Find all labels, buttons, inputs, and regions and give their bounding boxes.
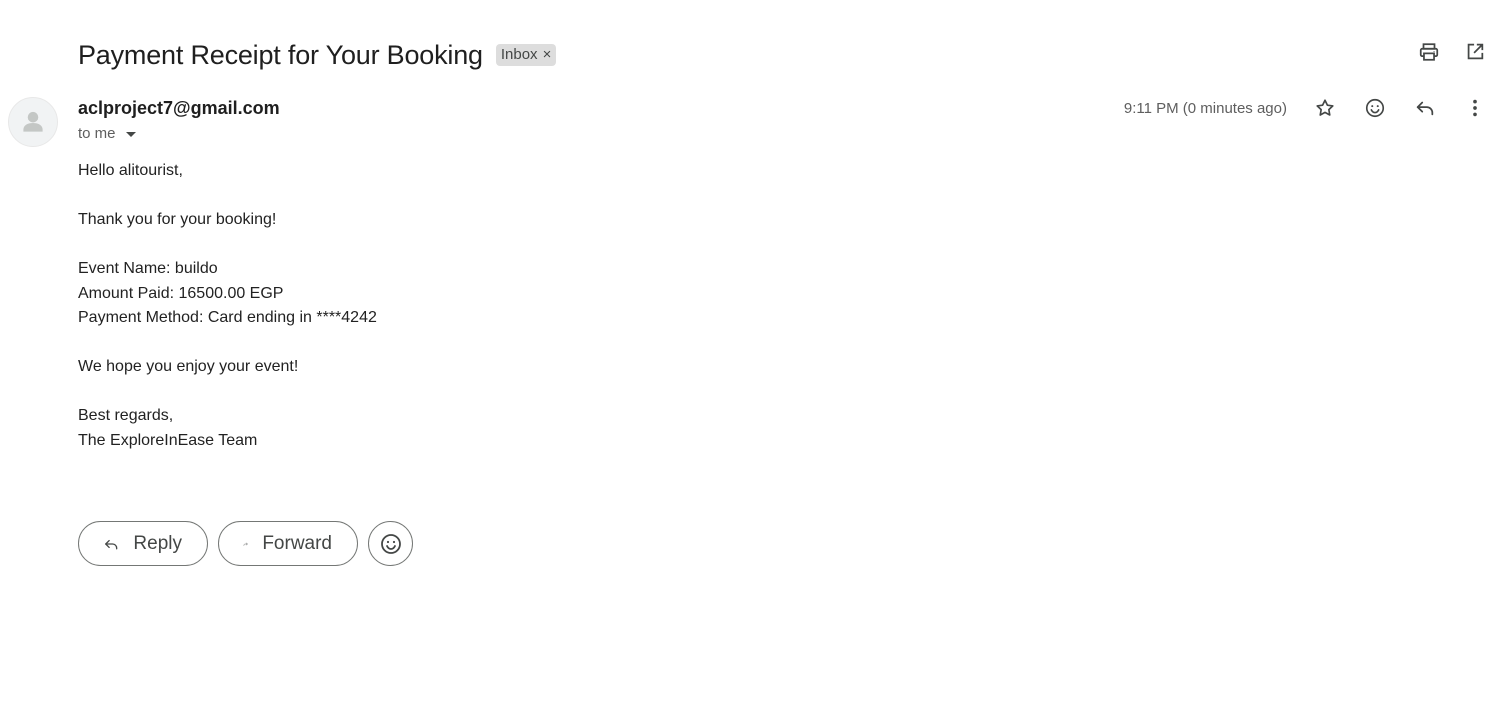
emoji-reaction-button[interactable] [368, 521, 413, 566]
more-vertical-icon[interactable] [1463, 96, 1487, 120]
message-timestamp: 9:11 PM (0 minutes ago) [1123, 99, 1287, 117]
message-body: Hello alitourist, Thank you for your boo… [78, 159, 377, 453]
recipient-text: to me [78, 125, 116, 142]
default-avatar-icon [23, 111, 43, 132]
reply-label: Reply [133, 532, 182, 554]
chevron-down-icon [125, 132, 136, 137]
subject-row: Payment Receipt for Your Booking Inbox × [78, 36, 557, 74]
label-text: Inbox [500, 46, 538, 63]
enjoy-line: We hope you enjoy your event! [78, 358, 299, 375]
greeting-line: Hello alitourist, [78, 162, 183, 179]
reply-icon [105, 539, 118, 549]
thread-actions [1417, 40, 1487, 64]
star-icon[interactable] [1313, 96, 1337, 120]
print-icon[interactable] [1417, 40, 1441, 64]
open-in-new-window-icon[interactable] [1463, 40, 1487, 64]
signature-line: The ExploreInEase Team [78, 431, 258, 449]
reply-button[interactable]: Reply [78, 521, 208, 566]
amount-paid-line: Amount Paid: 16500.00 EGP [78, 284, 284, 302]
message-actions [1313, 96, 1487, 120]
email-subject: Payment Receipt for Your Booking [78, 39, 483, 70]
emoji-reaction-icon [380, 533, 401, 554]
reply-icon[interactable] [1413, 96, 1437, 120]
forward-button[interactable]: Forward [218, 521, 358, 566]
thanks-line: Thank you for your booking! [78, 211, 277, 228]
sender-avatar[interactable] [8, 97, 58, 147]
message-meta: 9:11 PM (0 minutes ago) [1124, 96, 1487, 120]
forward-label: Forward [262, 532, 332, 554]
forward-icon [243, 542, 248, 546]
signoff-line: Best regards, [78, 407, 174, 424]
payment-method-line: Payment Method: Card ending in ****4242 [78, 309, 377, 326]
event-name-line: Event Name: buildo [78, 260, 218, 277]
emoji-reaction-icon[interactable] [1363, 96, 1387, 120]
recipient-details-toggle[interactable]: to me [78, 125, 136, 142]
inbox-label-chip[interactable]: Inbox × [495, 44, 557, 66]
sender-email[interactable]: aclproject7@gmail.com [78, 98, 280, 119]
reply-actions: Reply Forward [78, 521, 413, 566]
email-view: Payment Receipt for Your Booking Inbox × [0, 0, 1507, 716]
remove-label-icon[interactable]: × [543, 44, 552, 66]
